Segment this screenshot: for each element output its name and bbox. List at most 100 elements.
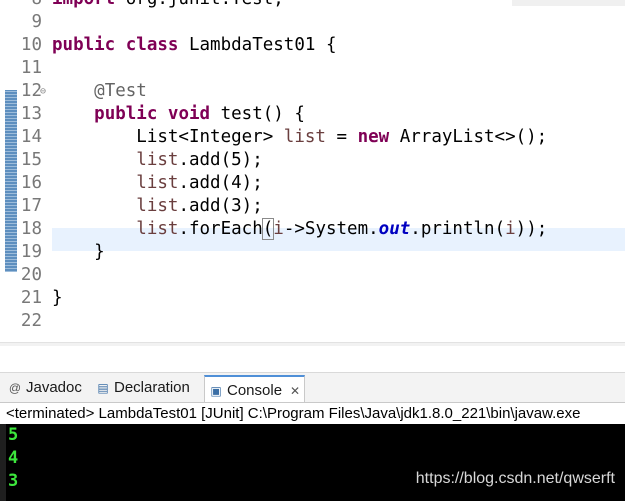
scroll-left-icon[interactable]: < (55, 345, 63, 346)
code-token: .forEach (178, 219, 263, 239)
code-token: class (125, 35, 179, 55)
code-token: )); (515, 219, 548, 239)
collapse-minus-icon[interactable]: ⊖ (40, 80, 46, 103)
code-token: ( (261, 218, 275, 240)
line-number: 12 (20, 81, 42, 101)
code-line[interactable]: 12 ⊖ @Test (0, 80, 625, 103)
code-line[interactable]: 18 list.forEach(i->System.out.println(i)… (0, 218, 625, 241)
console-output-line: 3 (8, 471, 19, 491)
view-tabs: @ Javadoc ▤ Declaration ▣ Console ✕ (0, 372, 625, 404)
code-line[interactable]: 14 List<Integer> list = new ArrayList<>(… (0, 126, 625, 149)
code-line[interactable]: 22 (0, 310, 625, 333)
code-text: } (52, 241, 105, 264)
console-output[interactable]: 5 4 3 (0, 424, 625, 501)
line-number: 21 (20, 288, 42, 308)
code-line[interactable]: 9 (0, 11, 625, 34)
code-token: out (378, 219, 411, 239)
line-number: 17 (20, 196, 42, 216)
declaration-icon: ▤ (97, 381, 109, 395)
code-token: i (273, 219, 284, 239)
code-token: list (283, 127, 326, 147)
code-text: import org.junit.Test; (52, 0, 284, 11)
code-token: list (136, 219, 179, 239)
tab-label: Declaration (114, 379, 190, 396)
watermark-text: https://blog.csdn.net/qwserft (415, 470, 615, 487)
code-text: List<Integer> list = new ArrayList<>(); (52, 126, 547, 149)
code-line[interactable]: 16 list.add(4); (0, 172, 625, 195)
line-number: 10 (20, 35, 42, 55)
code-line[interactable]: 11 (0, 57, 625, 80)
code-token: .println( (410, 219, 506, 239)
code-token: .add(3); (178, 196, 263, 216)
code-token: LambdaTest01 { (178, 35, 337, 55)
tab-declaration[interactable]: ▤ Declaration (96, 375, 190, 401)
code-token: org.junit.Test; (115, 0, 284, 9)
line-number: 11 (20, 58, 42, 78)
code-token: .add(4); (178, 173, 263, 193)
line-number: 19 (20, 242, 42, 262)
line-number: 8 (18, 0, 42, 11)
code-token: @Test (94, 81, 147, 101)
console-gutter (0, 424, 6, 501)
tab-label: Console (227, 381, 283, 399)
code-token: void (167, 104, 211, 124)
javadoc-icon: @ (8, 381, 22, 395)
tab-javadoc[interactable]: @ Javadoc (8, 375, 82, 401)
code-token: public (94, 104, 158, 124)
code-token: } (52, 288, 63, 308)
code-token: list (136, 150, 179, 170)
line-number: 9 (31, 12, 42, 32)
code-token: public (52, 35, 116, 55)
line-number: 13 (20, 104, 42, 124)
code-line[interactable]: 19 } (0, 241, 625, 264)
line-number: 14 (20, 127, 42, 147)
code-line[interactable]: 13 public void test() { (0, 103, 625, 126)
code-text: list.add(4); (52, 172, 263, 195)
code-editor[interactable]: 8 import org.junit.Test; 9 10 public class L… (0, 0, 625, 346)
code-line[interactable]: 10 public class LambdaTest01 { (0, 34, 625, 57)
tab-label: Javadoc (26, 379, 82, 396)
code-token: ArrayList<>(); (389, 127, 548, 147)
code-token: test() { (210, 104, 305, 124)
code-line[interactable]: 17 list.add(3); (0, 195, 625, 218)
code-token: i (505, 219, 516, 239)
code-token: } (52, 242, 105, 262)
close-icon[interactable]: ✕ (290, 378, 300, 404)
horizontal-scrollbar[interactable]: < (0, 342, 625, 346)
code-token: ->System. (283, 219, 379, 239)
tab-console[interactable]: ▣ Console ✕ (204, 375, 306, 404)
console-status-line: <terminated> LambdaTest01 [JUnit] C:\Pro… (0, 402, 625, 424)
code-line[interactable]: 21} (0, 287, 625, 310)
code-token: list (136, 196, 179, 216)
code-text: } (52, 287, 63, 310)
line-number: 18 (20, 219, 42, 239)
code-token: = (325, 127, 358, 147)
line-number: 16 (20, 173, 42, 193)
code-line[interactable]: 15 list.add(5); (0, 149, 625, 172)
code-line[interactable]: 20 (0, 264, 625, 287)
code-token: list (136, 173, 179, 193)
line-number: 22 (20, 311, 42, 331)
code-token: List<Integer> (52, 127, 284, 147)
code-token: .add(5); (178, 150, 263, 170)
code-line[interactable]: 8 import org.junit.Test; (0, 0, 625, 11)
code-text: list.add(5); (52, 149, 263, 172)
console-output-line: 5 (8, 425, 19, 445)
code-token: new (357, 127, 390, 147)
line-number: 20 (20, 265, 42, 285)
line-number: 15 (20, 150, 42, 170)
code-text: @Test (52, 80, 147, 103)
console-icon: ▣ (210, 383, 222, 398)
code-text: list.add(3); (52, 195, 263, 218)
code-text: public void test() { (52, 103, 305, 126)
code-text: public class LambdaTest01 { (52, 34, 337, 57)
code-token: import (52, 0, 115, 9)
